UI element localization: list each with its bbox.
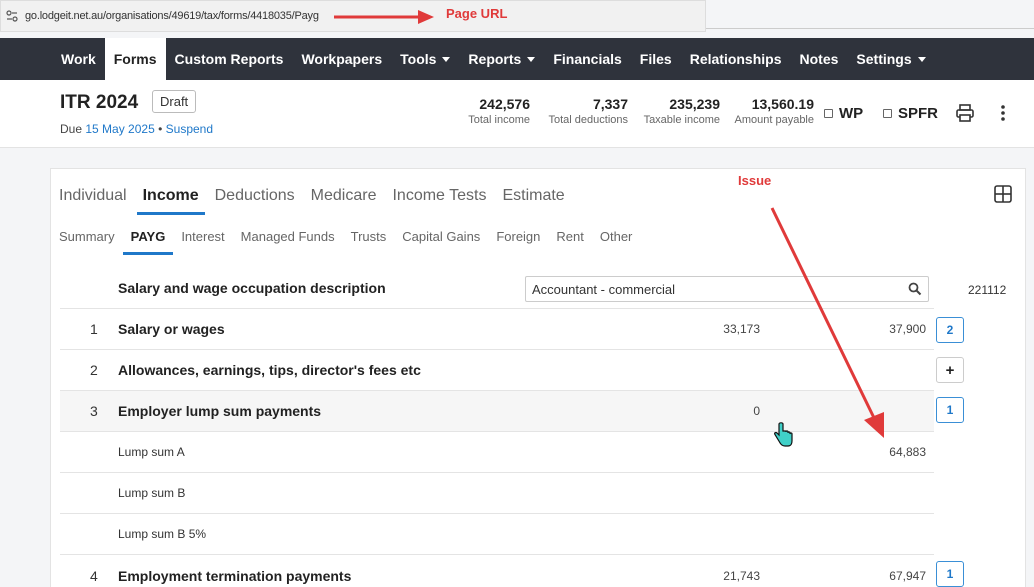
caret-down-icon bbox=[917, 56, 926, 62]
table-row: Lump sum B 5% bbox=[60, 514, 934, 555]
occupation-label: Salary and wage occupation description bbox=[118, 280, 386, 296]
subtab-trusts[interactable]: Trusts bbox=[351, 223, 387, 255]
table-row: Lump sum B bbox=[60, 473, 934, 514]
checkbox-icon[interactable] bbox=[824, 109, 833, 118]
page-url[interactable]: go.lodgeit.net.au/organisations/49619/ta… bbox=[25, 10, 319, 22]
sub-tabs: Summary PAYG Interest Managed Funds Trus… bbox=[59, 223, 648, 255]
more-options-icon[interactable] bbox=[1000, 104, 1006, 122]
nav-files[interactable]: Files bbox=[631, 38, 681, 80]
table-row: 4 Employment termination payments 21,743… bbox=[90, 567, 926, 584]
hand-cursor-icon bbox=[774, 422, 793, 447]
page-title: ITR 2024 bbox=[60, 92, 139, 113]
subtab-rent[interactable]: Rent bbox=[556, 223, 583, 255]
annotation-issue: Issue bbox=[738, 173, 772, 188]
termination-count-button[interactable]: 1 bbox=[936, 561, 964, 587]
subtab-managed-funds[interactable]: Managed Funds bbox=[241, 223, 335, 255]
subtab-summary[interactable]: Summary bbox=[59, 223, 115, 255]
tab-individual[interactable]: Individual bbox=[59, 169, 127, 215]
nav-forms[interactable]: Forms bbox=[104, 38, 166, 80]
tab-income[interactable]: Income bbox=[136, 169, 205, 215]
nav-tools[interactable]: Tools bbox=[391, 38, 459, 80]
caret-down-icon bbox=[442, 56, 451, 62]
checkbox-icon[interactable] bbox=[883, 109, 892, 118]
salary-count-button[interactable]: 2 bbox=[936, 317, 964, 343]
nav-reports[interactable]: Reports bbox=[459, 38, 544, 80]
subtab-foreign[interactable]: Foreign bbox=[496, 223, 540, 255]
form-header: ITR 2024 Draft Due 15 May 2025 • Suspend… bbox=[0, 80, 1034, 148]
spfr-checkbox[interactable]: SPFR bbox=[883, 105, 938, 122]
lump-sum-count-button[interactable]: 1 bbox=[936, 397, 964, 423]
subtab-capital-gains[interactable]: Capital Gains bbox=[402, 223, 480, 255]
stat-taxable-income: 235,239 Taxable income bbox=[643, 96, 720, 126]
print-icon[interactable] bbox=[955, 103, 975, 123]
tab-deductions[interactable]: Deductions bbox=[215, 169, 295, 215]
due-line: Due 15 May 2025 • Suspend bbox=[60, 122, 214, 136]
nav-work[interactable]: Work bbox=[52, 38, 105, 80]
subtab-payg[interactable]: PAYG bbox=[122, 223, 173, 255]
layout-grid-icon[interactable] bbox=[994, 185, 1012, 203]
stat-total-income: 242,576 Total income bbox=[468, 96, 530, 126]
add-allowance-button[interactable]: + bbox=[936, 357, 964, 383]
divider bbox=[706, 28, 1034, 29]
nav-workpapers[interactable]: Workpapers bbox=[292, 38, 391, 80]
search-icon[interactable] bbox=[908, 282, 922, 296]
stat-amount-payable: 13,560.19 Amount payable bbox=[734, 96, 815, 126]
subtab-interest[interactable]: Interest bbox=[181, 223, 224, 255]
main-tabs: Individual Income Deductions Medicare In… bbox=[59, 169, 581, 215]
wp-checkbox[interactable]: WP bbox=[824, 105, 863, 122]
status-badge: Draft bbox=[152, 90, 197, 113]
suspend-link[interactable]: Suspend bbox=[166, 122, 213, 136]
due-date-link[interactable]: 15 May 2025 bbox=[85, 122, 154, 136]
site-settings-icon[interactable] bbox=[5, 9, 19, 23]
tab-income-tests[interactable]: Income Tests bbox=[392, 169, 486, 215]
nav-relationships[interactable]: Relationships bbox=[681, 38, 791, 80]
annotation-arrow-issue-icon bbox=[770, 207, 884, 438]
nav-custom-reports[interactable]: Custom Reports bbox=[166, 38, 293, 80]
top-navigation: Work Forms Custom Reports Workpapers Too… bbox=[0, 38, 1034, 80]
tab-medicare[interactable]: Medicare bbox=[311, 169, 377, 215]
nav-settings[interactable]: Settings bbox=[847, 38, 934, 80]
caret-down-icon bbox=[527, 56, 536, 62]
nav-financials[interactable]: Financials bbox=[544, 38, 630, 80]
occupation-code: 221112 bbox=[968, 283, 1007, 297]
tab-estimate[interactable]: Estimate bbox=[502, 169, 564, 215]
annotation-arrow-right-icon bbox=[334, 10, 434, 24]
nav-notes[interactable]: Notes bbox=[791, 38, 848, 80]
annotation-page-url: Page URL bbox=[446, 6, 508, 21]
stat-total-deductions: 7,337 Total deductions bbox=[548, 96, 629, 126]
subtab-other[interactable]: Other bbox=[600, 223, 633, 255]
